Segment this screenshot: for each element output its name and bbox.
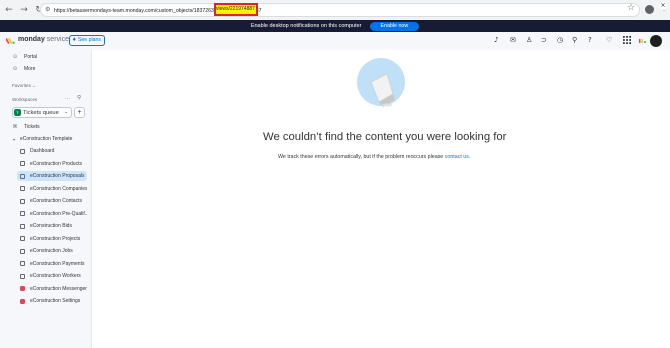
help-tv-icon[interactable]: ◷ <box>557 36 563 44</box>
board-label: eConstruction Bids <box>30 223 72 229</box>
inbox-icon[interactable]: ✉ <box>510 36 516 44</box>
board-icon <box>20 223 25 229</box>
sidebar-board-item[interactable]: eConstruction Bids <box>17 221 87 231</box>
portal-icon: ⊙ <box>12 54 18 60</box>
notification-close-icon[interactable]: × <box>659 2 667 10</box>
brand-light: service <box>46 36 69 43</box>
board-label: eConstruction Settings <box>30 298 81 304</box>
workspaces-label: Workspaces <box>12 97 38 102</box>
board-icon <box>20 186 25 191</box>
board-label: eConstruction Products <box>30 160 82 167</box>
sidebar-item-portal[interactable]: ⊙ Portal <box>12 54 37 60</box>
diamond-icon: ♦ <box>72 37 77 43</box>
sidebar-item-label: More <box>24 66 36 72</box>
workspace-search-icon[interactable]: ⚲ <box>77 95 81 101</box>
workspace-name: Tickets queue <box>23 109 59 116</box>
add-workspace-item-button[interactable]: + <box>74 107 85 118</box>
sidebar-board-item[interactable]: Dashboard <box>17 146 87 156</box>
more-icon: ⊙ <box>12 66 18 72</box>
tickets-icon: ⌘ <box>12 124 18 130</box>
help-icon[interactable]: ? <box>588 36 592 44</box>
not-found-illustration-icon <box>357 58 405 107</box>
board-label: eConstruction Messenger <box>30 285 87 292</box>
board-label: Dashboard <box>30 148 55 154</box>
board-label: eConstruction Proposals <box>30 173 85 179</box>
sidebar-board-item[interactable]: eConstruction Payments <box>17 259 87 269</box>
back-icon[interactable]: ← <box>3 4 15 16</box>
sidebar-board-item[interactable]: eConstruction Pre-Qualif... <box>17 209 87 219</box>
board-icon <box>20 273 25 279</box>
board-label: eConstruction Workers <box>30 273 81 279</box>
update-feed-icon[interactable]: ♡ <box>606 36 612 44</box>
workspace-selector[interactable]: T Tickets queue ⌄ <box>12 107 72 118</box>
chevron-down-icon: ▾ <box>12 136 15 142</box>
board-icon <box>20 173 25 179</box>
sidebar-board-item[interactable]: eConstruction Jobs <box>17 246 87 256</box>
sidebar-board-item[interactable]: eConstruction Messenger <box>17 284 87 294</box>
board-icon <box>20 161 25 166</box>
search-icon[interactable]: ⚲ <box>572 36 577 44</box>
board-label: eConstruction Contacts <box>30 198 82 204</box>
site-info-icon[interactable]: ⚙ <box>45 6 50 13</box>
forward-icon[interactable]: → <box>18 4 30 16</box>
error-title: We couldn’t find the content you were lo… <box>263 131 507 143</box>
workspace-badge: T <box>14 109 21 116</box>
sidebar-board-item[interactable]: eConstruction Workers <box>17 271 87 281</box>
sidebar-board-item[interactable]: eConstruction Contacts <box>17 196 87 206</box>
favorites-label: Favorites <box>12 83 31 88</box>
enable-now-button[interactable]: Enable now <box>369 21 420 31</box>
board-label: eConstruction Projects <box>30 235 81 242</box>
integrations-icon[interactable]: ⊃ <box>541 36 547 44</box>
app-icon <box>20 286 25 291</box>
avatar[interactable] <box>650 35 662 47</box>
url-selected-text: views/221974887 <box>216 5 256 14</box>
board-icon <box>20 248 25 254</box>
workspace-more-icon[interactable]: ··· <box>65 96 70 102</box>
error-subtitle-text: We track these errors automatically, but… <box>278 154 445 160</box>
monday-products-icon[interactable] <box>639 39 646 43</box>
chevron-down-icon: ⌄ <box>32 83 36 88</box>
monday-logo-icon <box>6 38 15 44</box>
board-label: eConstruction Companies <box>30 185 87 192</box>
profile-icon[interactable] <box>645 5 654 14</box>
folder-econstruction-template[interactable]: ▾ eConstruction Template <box>12 136 72 142</box>
contact-us-link[interactable]: contact us. <box>445 154 471 160</box>
sidebar-item-more[interactable]: ⊙ More <box>12 66 36 72</box>
board-icon <box>20 211 25 216</box>
bookmark-star-icon[interactable]: ☆ <box>627 3 635 13</box>
board-icon <box>20 198 25 204</box>
board-label: eConstruction Jobs <box>30 248 73 254</box>
notification-text: Enable desktop notifications on this com… <box>250 23 362 29</box>
see-plans-button[interactable]: ♦ See plans <box>69 35 106 46</box>
brand-bold: monday <box>18 36 45 43</box>
board-icon <box>20 261 25 266</box>
sidebar-board-item[interactable]: eConstruction Projects <box>17 234 87 244</box>
see-plans-label: See plans <box>77 37 102 43</box>
app-icon <box>20 298 25 304</box>
board-icon <box>20 236 25 241</box>
chevron-down-icon: ⌄ <box>64 110 68 115</box>
error-subtitle: We track these errors automatically, but… <box>278 154 470 160</box>
folder-label: eConstruction Template <box>20 136 73 142</box>
sidebar-board-item[interactable]: eConstruction Products <box>17 159 87 169</box>
favorites-section[interactable]: Favorites ⌄ <box>12 83 36 88</box>
dashboard-icon <box>20 148 25 154</box>
sidebar-item-tickets[interactable]: ⌘ Tickets <box>12 124 40 130</box>
board-label: eConstruction Payments <box>30 260 85 267</box>
sidebar-board-item[interactable]: eConstruction Proposals <box>17 171 87 181</box>
sidebar-board-item[interactable]: eConstruction Settings <box>17 296 87 306</box>
invite-members-icon[interactable]: ♙ <box>526 36 532 44</box>
brand-name: monday service <box>18 36 69 43</box>
board-label: eConstruction Pre-Qualif... <box>30 210 87 217</box>
sidebar-board-item[interactable]: eConstruction Companies <box>17 184 87 194</box>
sidebar-item-label: Tickets <box>24 124 40 130</box>
apps-grid-icon[interactable] <box>623 36 631 44</box>
bell-icon[interactable]: ♪ <box>494 36 498 44</box>
sidebar-item-label: Portal <box>24 54 38 60</box>
notification-bar: Enable desktop notifications on this com… <box>0 20 670 32</box>
